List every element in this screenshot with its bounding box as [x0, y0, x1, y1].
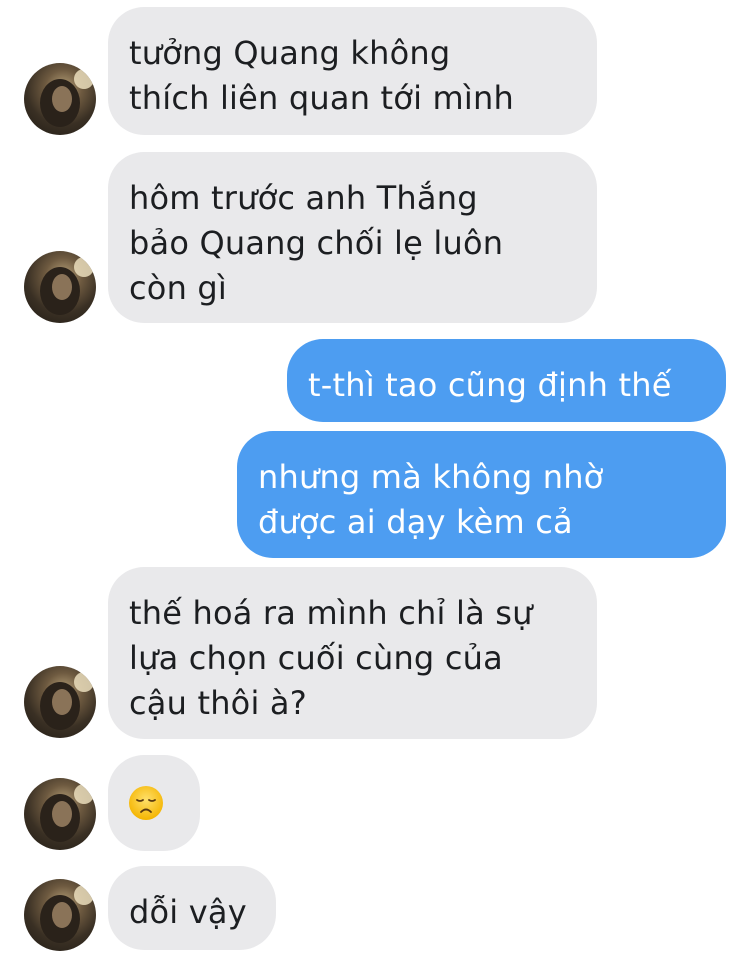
contact-avatar[interactable] [24, 879, 96, 951]
disappointed-face-icon [129, 786, 163, 820]
incoming-message-bubble[interactable]: hôm trước anh Thắng bảo Quang chối lẹ lu… [108, 152, 597, 323]
avatar-photo-icon [40, 69, 94, 127]
incoming-emoji-bubble[interactable] [108, 755, 200, 851]
avatar-photo-icon [40, 784, 94, 842]
outgoing-message-bubble[interactable]: t-thì tao cũng định thế [287, 339, 726, 422]
avatar-photo-icon [40, 885, 94, 943]
contact-avatar[interactable] [24, 251, 96, 323]
contact-avatar[interactable] [24, 778, 96, 850]
contact-avatar[interactable] [24, 666, 96, 738]
incoming-message-bubble[interactable]: tưởng Quang không thích liên quan tới mì… [108, 7, 597, 135]
avatar-photo-icon [40, 257, 94, 315]
incoming-message-bubble[interactable]: thế hoá ra mình chỉ là sự lựa chọn cuối … [108, 567, 597, 739]
contact-avatar[interactable] [24, 63, 96, 135]
avatar-photo-icon [40, 672, 94, 730]
outgoing-message-bubble[interactable]: nhưng mà không nhờ được ai dạy kèm cả [237, 431, 726, 558]
incoming-message-bubble[interactable]: dỗi vậy [108, 866, 276, 950]
